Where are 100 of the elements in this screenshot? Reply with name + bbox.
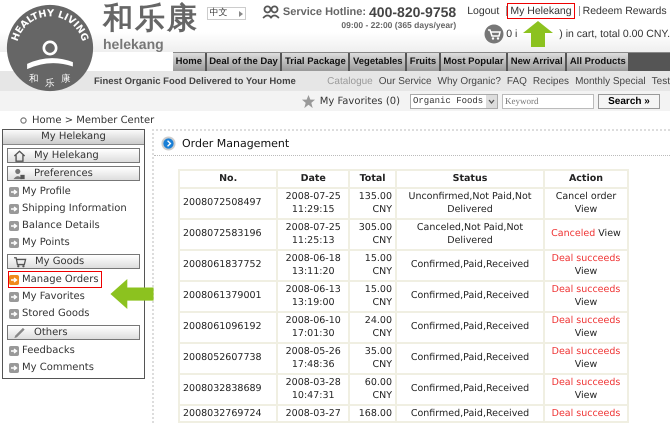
- order-total: 15.00 CNY: [349, 250, 396, 280]
- nav-tab[interactable]: Home: [173, 53, 207, 71]
- sidebar-link[interactable]: Stored Goods: [8, 305, 92, 322]
- view-link[interactable]: View: [574, 359, 598, 370]
- view-link[interactable]: View: [574, 390, 598, 401]
- order-total: 35.00 CNY: [349, 342, 396, 374]
- tagline: Finest Organic Food Delivered to Your Home: [94, 76, 296, 86]
- column-header: Date: [277, 170, 350, 188]
- order-date: 2008-03-28 10:47:31: [277, 374, 350, 404]
- nav-tab[interactable]: Trial Package: [282, 53, 350, 71]
- nav-tab[interactable]: New Arrival: [508, 53, 568, 71]
- section-header[interactable]: My Goods: [7, 254, 140, 269]
- order-status: Confirmed,Paid,Received: [396, 374, 544, 404]
- order-status: Confirmed,Paid,Received: [396, 250, 544, 280]
- order-date: 2008-06-13 13:19:00: [277, 280, 350, 312]
- order-number: 2008072583196: [179, 218, 278, 250]
- category-link[interactable]: Our Service: [378, 76, 432, 86]
- order-total: 24.00 CNY: [349, 312, 396, 342]
- category-link[interactable]: Recipes: [532, 76, 570, 86]
- person-lock-icon: [13, 168, 26, 180]
- sidebar-link[interactable]: My Comments: [8, 359, 97, 376]
- nav-tab[interactable]: Vegetables: [350, 53, 408, 71]
- service-hours: 09:00 - 22:00 (365 days/year): [341, 20, 456, 30]
- order-total: 168.00: [349, 404, 396, 422]
- view-link[interactable]: View: [598, 228, 621, 240]
- order-number: 2008032838689: [179, 374, 278, 404]
- sidebar-link[interactable]: My Favorites: [8, 288, 88, 305]
- category-link[interactable]: Test: [652, 76, 670, 86]
- nav-tab[interactable]: Deal of the Day: [206, 53, 282, 71]
- house-icon: [13, 150, 26, 162]
- cart-icon: [13, 256, 27, 268]
- cart-icon[interactable]: [484, 24, 504, 44]
- arrow-square-icon: [9, 186, 19, 196]
- order-status: Confirmed,Paid,Received: [396, 312, 544, 342]
- order-number: 2008061379001: [179, 280, 278, 312]
- pencil-icon: [13, 326, 26, 338]
- column-header: No.: [179, 170, 278, 188]
- order-total: 15.00 CNY: [349, 280, 396, 312]
- view-link[interactable]: View: [574, 328, 598, 339]
- category-dropdown[interactable]: Organic Foods: [410, 94, 498, 108]
- cart-summary: 0 i: [506, 28, 518, 40]
- arrow-square-icon: [9, 238, 19, 248]
- arrow-square-icon: [9, 346, 19, 356]
- section-header[interactable]: My Helekang: [7, 148, 140, 163]
- sidebar-link[interactable]: Feedbacks: [8, 342, 78, 359]
- panel-title: Order Management: [182, 136, 290, 150]
- nav-tab[interactable]: Most Popular: [440, 53, 508, 71]
- search-button[interactable]: Search »: [598, 94, 660, 108]
- order-action: Deal succeeds: [552, 252, 620, 264]
- sidebar-title: My Helekang: [3, 130, 144, 145]
- order-date: 2008-07-25 11:29:15: [277, 188, 350, 218]
- brand-subtitle: helekang: [103, 38, 164, 51]
- view-link[interactable]: View: [574, 266, 598, 277]
- account-link[interactable]: My Helekang: [507, 3, 575, 19]
- sidebar-link[interactable]: Manage Orders: [8, 271, 102, 288]
- order-number: 2008052607738: [179, 342, 278, 374]
- language-select[interactable]: 中文: [206, 7, 246, 20]
- arrow-square-icon: [9, 362, 19, 372]
- order-number: 2008032769724: [179, 404, 278, 422]
- nav-tab[interactable]: Fruits: [407, 53, 441, 71]
- order-status: Confirmed,Paid,Received: [396, 342, 544, 374]
- cart-summary: ) in cart, total 0.00 CNY.: [559, 28, 670, 40]
- section-header[interactable]: Others: [7, 325, 140, 340]
- nav-tab[interactable]: All Products: [567, 53, 630, 71]
- view-link[interactable]: View: [574, 297, 598, 308]
- favorites-link[interactable]: My Favorites (0): [320, 96, 400, 106]
- order-status: Canceled,Not Paid,Not Delivered: [396, 218, 544, 250]
- account-link[interactable]: Redeem Rewards: [580, 3, 670, 19]
- order-status: Confirmed,Paid,Received: [396, 404, 544, 422]
- section-header[interactable]: Preferences: [7, 166, 140, 181]
- account-link[interactable]: Logout: [464, 3, 502, 19]
- order-action[interactable]: Cancel order: [556, 190, 616, 202]
- order-action: Deal succeeds: [552, 408, 620, 418]
- order-number: 2008072508497: [179, 188, 278, 218]
- column-header: Action: [544, 170, 628, 188]
- sidebar-link[interactable]: My Points: [8, 234, 73, 251]
- arrow-square-icon: [9, 308, 19, 318]
- hotline-number: 400-820-9758: [369, 4, 456, 20]
- sidebar-link[interactable]: Shipping Information: [8, 200, 130, 217]
- arrow-square-icon: [9, 204, 19, 214]
- arrow-circle-icon: [161, 136, 176, 150]
- category-link[interactable]: Why Organic?: [438, 76, 501, 86]
- category-link[interactable]: Monthly Special: [575, 76, 646, 86]
- order-action: Deal succeeds: [552, 376, 620, 388]
- category-link[interactable]: FAQ: [506, 76, 527, 86]
- view-link[interactable]: View: [574, 204, 598, 215]
- order-date: 2008-06-10 17:01:30: [277, 312, 350, 342]
- sidebar-link[interactable]: Balance Details: [8, 217, 103, 234]
- bullet-icon: [20, 116, 27, 124]
- pointer-arrow: [110, 279, 154, 309]
- star-icon: [300, 94, 316, 108]
- column-header: Status: [396, 170, 544, 188]
- sidebar-link[interactable]: My Profile: [8, 183, 74, 200]
- brand-name: 和乐康: [103, 0, 199, 38]
- order-number: 2008061096192: [179, 312, 278, 342]
- search-field[interactable]: Keyword: [502, 94, 594, 108]
- breadcrumb: Home > Member Center: [32, 114, 154, 126]
- order-number: 2008061837752: [179, 250, 278, 280]
- order-status: Unconfirmed,Not Paid,Not Delivered: [396, 188, 544, 218]
- order-action: Canceled: [551, 228, 596, 240]
